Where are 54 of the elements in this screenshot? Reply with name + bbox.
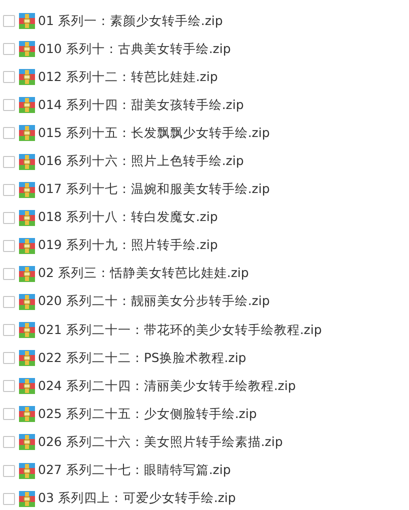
file-name[interactable]: 022 系列二十二：PS换脸术教程.zip <box>38 350 246 367</box>
file-name[interactable]: 016 系列十六：照片上色转手绘.zip <box>38 153 244 170</box>
checkbox[interactable] <box>3 492 15 505</box>
archive-icon <box>19 238 35 254</box>
checkbox[interactable] <box>3 380 15 392</box>
file-name[interactable]: 010 系列十：古典美女转手绘.zip <box>38 40 231 58</box>
archive-icon <box>19 378 35 394</box>
checkbox[interactable] <box>3 408 15 420</box>
archive-icon <box>19 13 35 30</box>
file-name[interactable]: 019 系列十九：照片转手绘.zip <box>38 237 218 254</box>
file-name[interactable]: 024 系列二十四：清丽美少女转手绘教程.zip <box>38 378 296 395</box>
file-name[interactable]: 027 系列二十七：眼睛特写篇.zip <box>38 462 231 480</box>
checkbox[interactable] <box>3 43 15 56</box>
archive-icon <box>19 462 35 479</box>
checkbox[interactable] <box>3 99 15 112</box>
file-name[interactable]: 021 系列二十一：带花环的美少女转手绘教程.zip <box>38 322 322 339</box>
checkbox[interactable] <box>3 71 15 84</box>
archive-icon <box>19 350 35 366</box>
file-name[interactable]: 012 系列十二：转芭比娃娃.zip <box>38 68 218 86</box>
archive-icon <box>19 41 35 58</box>
archive-icon <box>19 406 35 422</box>
file-name[interactable]: 020 系列二十：靓丽美女分步转手绘.zip <box>38 293 270 310</box>
archive-icon <box>19 266 35 282</box>
archive-icon <box>19 490 35 507</box>
archive-icon <box>19 434 35 450</box>
archive-icon <box>19 125 35 142</box>
archive-icon <box>19 210 35 226</box>
checkbox[interactable] <box>3 240 15 252</box>
file-name[interactable]: 026 系列二十六：美女照片转手绘素描.zip <box>38 434 283 451</box>
checkbox[interactable] <box>3 184 15 196</box>
checkbox[interactable] <box>3 15 15 28</box>
file-name[interactable]: 02 系列三：恬静美女转芭比娃娃.zip <box>38 265 249 282</box>
file-name[interactable]: 018 系列十八：转白发魔女.zip <box>38 209 218 226</box>
checkbox[interactable] <box>3 436 15 448</box>
checkbox[interactable] <box>3 352 15 364</box>
checkbox[interactable] <box>3 127 15 140</box>
file-name[interactable]: 025 系列二十五：少女侧脸转手绘.zip <box>38 406 257 423</box>
archive-icon <box>19 69 35 86</box>
archive-icon <box>19 97 35 114</box>
file-name[interactable]: 01 系列一：素颜少女转手绘.zip <box>38 12 223 30</box>
checkbox[interactable] <box>3 212 15 224</box>
archive-icon <box>19 182 35 198</box>
file-name[interactable]: 014 系列十四：甜美女孩转手绘.zip <box>38 96 244 114</box>
archive-icon <box>19 322 35 338</box>
checkbox[interactable] <box>3 464 15 477</box>
archive-icon <box>19 294 35 310</box>
file-name[interactable]: 015 系列十五：长发飘飘少女转手绘.zip <box>38 124 270 142</box>
file-name[interactable]: 017 系列十七：温婉和服美女转手绘.zip <box>38 181 270 198</box>
checkbox[interactable] <box>3 268 15 280</box>
checkbox[interactable] <box>3 324 15 336</box>
file-name[interactable]: 03 系列四上：可爱少女转手绘.zip <box>38 490 236 508</box>
checkbox[interactable] <box>3 296 15 308</box>
checkbox[interactable] <box>3 156 15 168</box>
archive-icon <box>19 154 35 170</box>
